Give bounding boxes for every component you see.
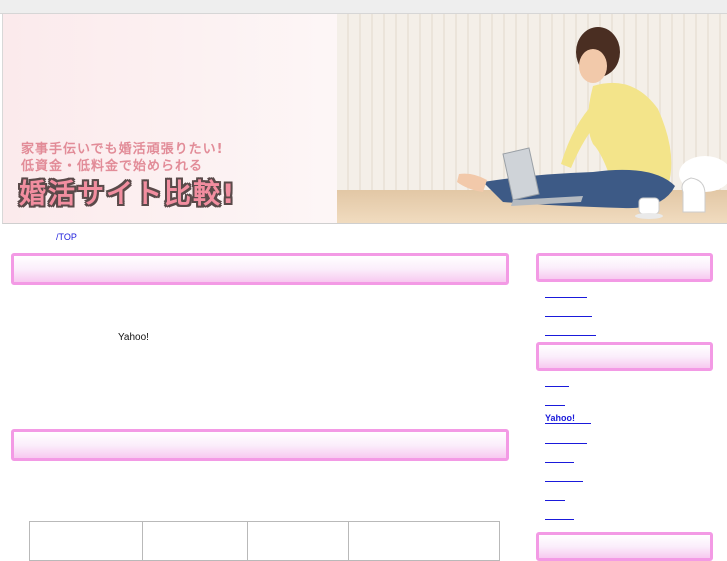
sidebar-section-header-1	[536, 253, 713, 282]
sidebar-link[interactable]	[545, 434, 587, 444]
header-banner: 家事手伝いでも婚活頑張りたい! 低資金・低料金で始められる 婚活サイト比較!	[2, 14, 727, 224]
sidebar-link-yahoo[interactable]: Yahoo!	[545, 414, 591, 424]
sidebar-section-header-2	[536, 342, 713, 371]
sidebar-link[interactable]	[545, 326, 596, 336]
site-title: 婚活サイト比較!	[19, 179, 237, 210]
main-section-header-2	[11, 429, 509, 461]
sidebar-link[interactable]	[545, 472, 583, 482]
sidebar-link[interactable]	[545, 510, 574, 520]
table-cell	[348, 521, 500, 561]
table-cell	[29, 521, 143, 561]
sidebar-link[interactable]	[545, 288, 587, 298]
table-cell	[142, 521, 248, 561]
table-row	[29, 521, 500, 561]
breadcrumb-top-link[interactable]: /TOP	[56, 232, 77, 242]
sidebar-section-header-3	[536, 532, 713, 561]
sidebar-link[interactable]	[545, 453, 574, 463]
browser-top-strip	[0, 0, 727, 14]
sidebar-link[interactable]	[545, 491, 565, 501]
woman-with-laptop-photo	[457, 27, 727, 219]
sidebar-link[interactable]	[545, 377, 569, 387]
main-body-text: Yahoo!	[118, 332, 149, 343]
comparison-table	[29, 521, 500, 561]
main-section-header-1	[11, 253, 509, 285]
sidebar-link[interactable]	[545, 307, 592, 317]
sidebar-link[interactable]	[545, 396, 565, 406]
table-cell	[247, 521, 349, 561]
